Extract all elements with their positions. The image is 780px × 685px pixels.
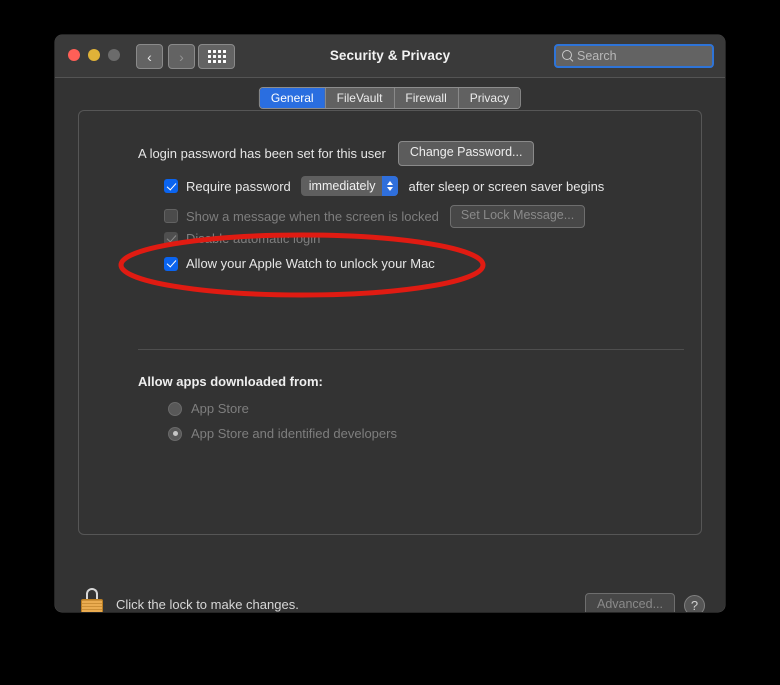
require-password-delay-value: immediately	[308, 179, 376, 193]
tab-firewall[interactable]: Firewall	[393, 88, 458, 108]
tab-privacy-label: Privacy	[469, 91, 510, 105]
search-placeholder: Search	[577, 49, 617, 63]
apple-watch-unlock-label: Allow your Apple Watch to unlock your Ma…	[186, 256, 435, 271]
lock-closed-icon[interactable]	[81, 588, 103, 612]
allow-apps-heading: Allow apps downloaded from:	[138, 374, 323, 389]
footer-buttons: Advanced... ?	[584, 593, 705, 612]
tab-bar: General FileVault Firewall Privacy	[258, 87, 522, 109]
app-store-identified-developers-label: App Store and identified developers	[191, 426, 397, 441]
tab-bar-area: General FileVault Firewall Privacy	[55, 78, 725, 111]
lock-message-label: Show a message when the screen is locked	[186, 208, 439, 224]
help-button[interactable]: ?	[684, 594, 705, 612]
security-privacy-window: ‹ › Security & Privacy Search General Fi…	[55, 35, 725, 612]
question-mark-icon: ?	[690, 597, 699, 612]
require-password-suffix: after sleep or screen saver begins	[408, 178, 605, 194]
require-password-row: Require password immediately after sleep…	[164, 176, 604, 196]
login-password-row: A login password has been set for this u…	[138, 141, 535, 166]
disable-automatic-login-checkbox[interactable]	[164, 231, 178, 246]
section-divider	[138, 349, 684, 350]
app-store-radio[interactable]	[168, 401, 182, 416]
app-store-identified-developers-radio[interactable]	[168, 426, 182, 441]
tab-filevault[interactable]: FileVault	[324, 88, 394, 108]
search-icon	[562, 50, 574, 62]
footer-bar: Click the lock to make changes. Advanced…	[55, 555, 725, 612]
advanced-button[interactable]: Advanced...	[584, 593, 675, 612]
lock-message-row: Show a message when the screen is locked…	[164, 205, 586, 228]
tab-general[interactable]: General	[259, 88, 325, 108]
change-password-button[interactable]: Change Password...	[397, 141, 535, 166]
allow-apps-option-identified-developers[interactable]: App Store and identified developers	[168, 426, 397, 441]
disable-automatic-login-row: Disable automatic login	[164, 231, 320, 246]
tab-firewall-label: Firewall	[405, 91, 447, 105]
general-settings-panel: A login password has been set for this u…	[78, 110, 702, 535]
tab-filevault-label: FileVault	[336, 91, 383, 105]
title-bar: ‹ › Security & Privacy Search	[55, 35, 725, 78]
require-password-label: Require password	[186, 178, 291, 194]
stepper-arrows-icon[interactable]	[382, 176, 399, 196]
require-password-delay-popup[interactable]: immediately	[300, 176, 399, 196]
login-password-status: A login password has been set for this u…	[138, 145, 386, 161]
lock-hint-text: Click the lock to make changes.	[116, 597, 299, 612]
allow-apps-option-app-store[interactable]: App Store	[168, 401, 249, 416]
tab-privacy[interactable]: Privacy	[457, 88, 521, 108]
require-password-checkbox[interactable]	[164, 179, 178, 193]
app-store-label: App Store	[191, 401, 249, 416]
apple-watch-unlock-checkbox[interactable]	[164, 256, 178, 271]
apple-watch-unlock-row: Allow your Apple Watch to unlock your Ma…	[164, 256, 435, 271]
tab-general-label: General	[270, 91, 314, 105]
disable-automatic-login-label: Disable automatic login	[186, 231, 321, 246]
set-lock-message-button[interactable]: Set Lock Message...	[449, 205, 586, 228]
lock-message-checkbox[interactable]	[164, 209, 178, 224]
search-field[interactable]: Search	[554, 44, 714, 68]
